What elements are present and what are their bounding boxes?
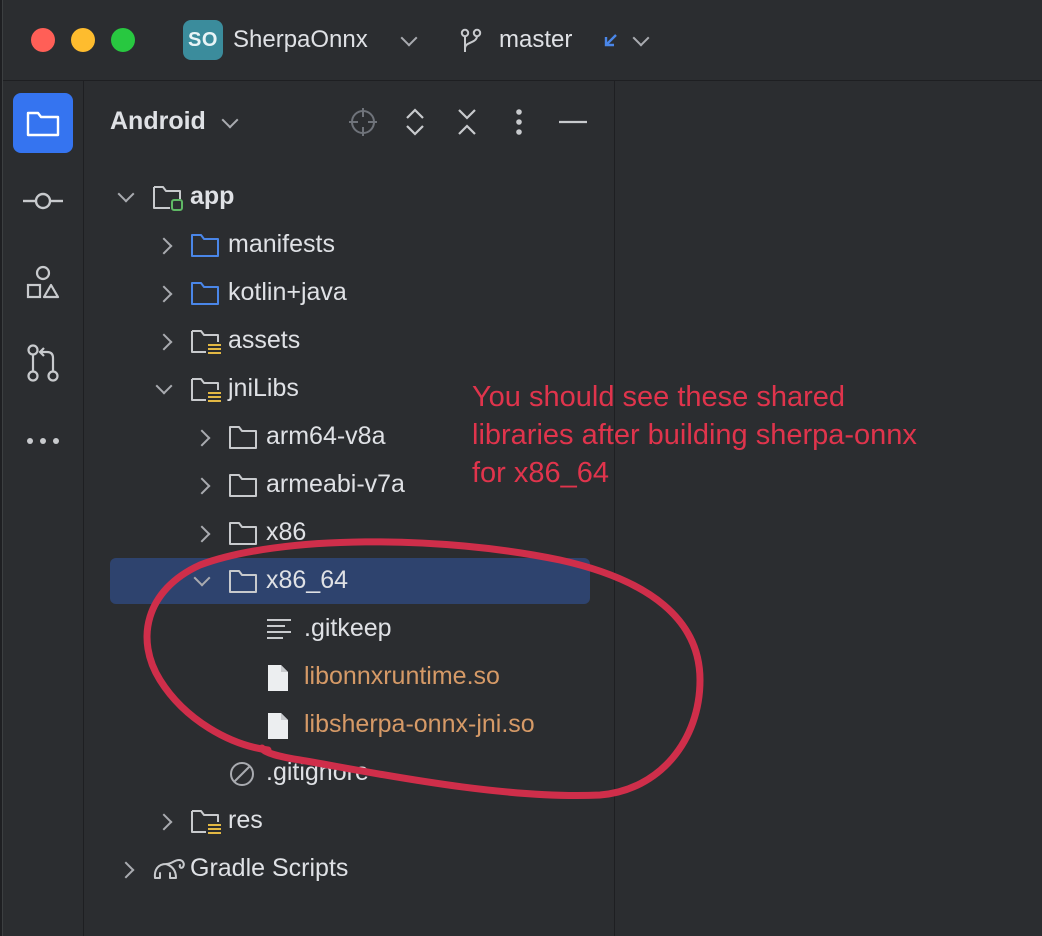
chevron-right-icon[interactable] [155, 813, 173, 831]
chevron-right-icon[interactable] [117, 861, 135, 879]
text-file-icon [266, 616, 296, 642]
ignored-file-icon [228, 760, 258, 786]
panel-title[interactable]: Android [110, 107, 206, 136]
incoming-arrow-icon [604, 34, 617, 47]
hide-panel-button[interactable] [556, 105, 590, 139]
annotation-text: You should see these shared libraries af… [472, 381, 917, 489]
project-name[interactable]: SherpaOnnx [233, 26, 368, 54]
tree-item[interactable]: assets [110, 318, 590, 364]
gradle-icon [152, 856, 185, 882]
minimize-window-button[interactable] [71, 28, 95, 52]
tree-item-label: x86 [266, 518, 307, 546]
resource-folder-icon [190, 328, 221, 354]
tree-item[interactable]: app [110, 174, 590, 220]
expand-all-button[interactable] [398, 105, 432, 139]
resource-folder-icon [190, 808, 221, 834]
tree-item-label: x86_64 [266, 566, 349, 594]
tree-item[interactable]: x86_64 [110, 558, 590, 604]
tree-item-label: app [190, 182, 235, 210]
tree-item-label: armeabi-v7a [266, 470, 405, 498]
editor-area [615, 81, 1042, 936]
pull-requests-icon [27, 344, 59, 382]
module-folder-icon [152, 184, 183, 211]
folder-icon [228, 424, 258, 450]
tree-item-label: arm64-v8a [266, 422, 386, 450]
tree-item[interactable]: .gitkeep [110, 606, 590, 652]
collapse-all-icon [458, 109, 476, 135]
chevron-down-icon[interactable] [117, 185, 135, 203]
more-tools-button[interactable] [23, 421, 63, 461]
tool-window-strip [3, 81, 84, 936]
locate-button[interactable] [346, 105, 380, 139]
chevron-right-icon[interactable] [193, 525, 211, 543]
folder-icon [228, 472, 258, 498]
project-folder-icon [26, 111, 60, 137]
tree-item-label: libonnxruntime.so [304, 662, 500, 690]
tree-item-label: libsherpa-onnx-jni.so [304, 710, 535, 738]
branch-name[interactable]: master [499, 26, 572, 54]
tree-item-label: .gitkeep [304, 614, 392, 642]
source-folder-icon [190, 280, 220, 306]
chevron-down-icon[interactable] [155, 377, 173, 395]
structure-icon [26, 265, 60, 299]
more-icon [27, 438, 59, 444]
title-bar: SO SherpaOnnx master [3, 0, 1042, 81]
locate-icon [349, 108, 377, 136]
chevron-right-icon[interactable] [155, 285, 173, 303]
project-panel: Android app manifests kotlin+java assets… [84, 81, 615, 936]
resource-folder-icon [190, 376, 221, 402]
chevron-right-icon[interactable] [193, 429, 211, 447]
tree-item-label: Gradle Scripts [190, 854, 349, 882]
zoom-window-button[interactable] [111, 28, 135, 52]
chevron-down-icon[interactable] [632, 29, 650, 47]
chevron-down-icon[interactable] [221, 111, 239, 129]
project-badge[interactable]: SO [183, 20, 223, 60]
more-options-button[interactable] [502, 105, 536, 139]
folder-icon [228, 520, 258, 546]
tree-item[interactable]: .gitignore [110, 750, 590, 796]
tree-item[interactable]: Gradle Scripts [110, 846, 590, 892]
collapse-all-button[interactable] [450, 105, 484, 139]
chevron-right-icon[interactable] [155, 333, 173, 351]
chevron-down-icon[interactable] [193, 569, 211, 587]
tree-item-label: jniLibs [228, 374, 299, 402]
tree-item[interactable]: res [110, 798, 590, 844]
pull-requests-tool-button[interactable] [23, 343, 63, 383]
tree-item[interactable]: manifests [110, 222, 590, 268]
close-window-button[interactable] [31, 28, 55, 52]
hide-icon [559, 120, 587, 124]
more-options-icon [516, 109, 522, 135]
project-tool-button[interactable] [13, 93, 73, 153]
tree-item-label: assets [228, 326, 301, 354]
tree-item[interactable]: kotlin+java [110, 270, 590, 316]
source-folder-icon [190, 232, 220, 258]
chevron-right-icon[interactable] [155, 237, 173, 255]
chevron-right-icon[interactable] [193, 477, 211, 495]
file-icon [266, 664, 296, 691]
commit-icon [23, 192, 63, 210]
tree-item-label: res [228, 806, 263, 834]
expand-all-icon [406, 108, 424, 136]
tree-item-label: manifests [228, 230, 335, 258]
structure-tool-button[interactable] [23, 263, 63, 303]
folder-icon [228, 568, 258, 594]
tree-item[interactable]: libonnxruntime.so [110, 654, 590, 700]
tree-item[interactable]: libsherpa-onnx-jni.so [110, 702, 590, 748]
file-icon [266, 712, 296, 739]
chevron-down-icon[interactable] [400, 29, 418, 47]
tree-item-label: kotlin+java [228, 278, 347, 306]
commit-tool-button[interactable] [23, 181, 63, 221]
tree-item-label: .gitignore [266, 758, 369, 786]
tree-item[interactable]: x86 [110, 510, 590, 556]
branch-icon[interactable] [459, 28, 483, 54]
